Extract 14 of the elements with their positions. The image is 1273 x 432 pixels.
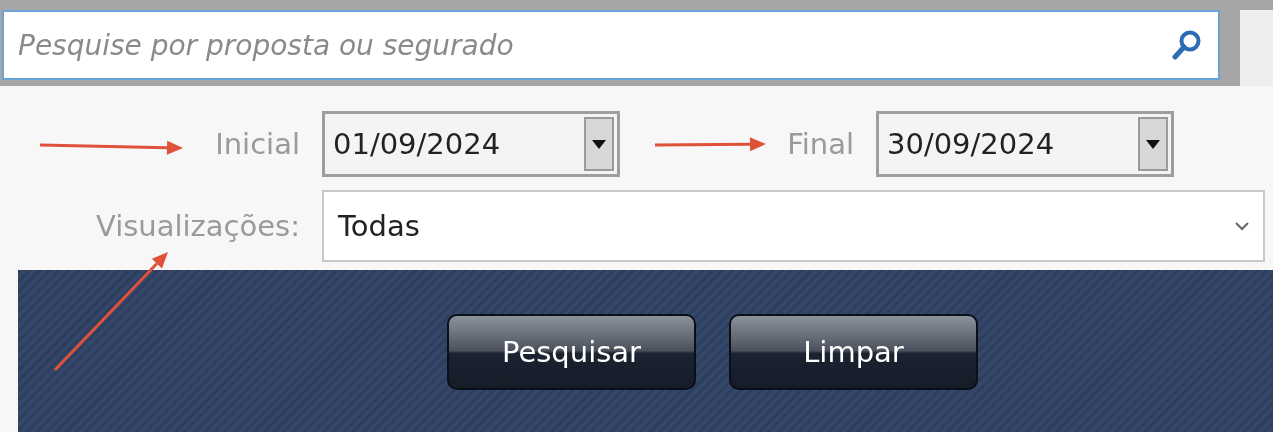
date-field[interactable]: 01/09/2024 — [322, 111, 620, 177]
dropdown-arrow-icon — [592, 139, 606, 149]
scrollbar[interactable] — [1240, 10, 1273, 86]
view-select[interactable]: Todas — [322, 190, 1265, 262]
field-label: Inicial — [215, 127, 300, 161]
chevron-down-icon — [1235, 221, 1249, 231]
action-button[interactable]: Pesquisar — [447, 314, 696, 390]
field-label: Final — [787, 127, 854, 161]
dropdown-arrow-icon — [1146, 139, 1160, 149]
field-label: Visualizações: — [95, 209, 300, 243]
date-field[interactable]: 30/09/2024 — [876, 111, 1174, 177]
search-field[interactable]: Pesquise por proposta ou segurado — [2, 10, 1220, 80]
action-button[interactable]: Limpar — [729, 314, 978, 390]
search-icon[interactable] — [1172, 29, 1202, 61]
